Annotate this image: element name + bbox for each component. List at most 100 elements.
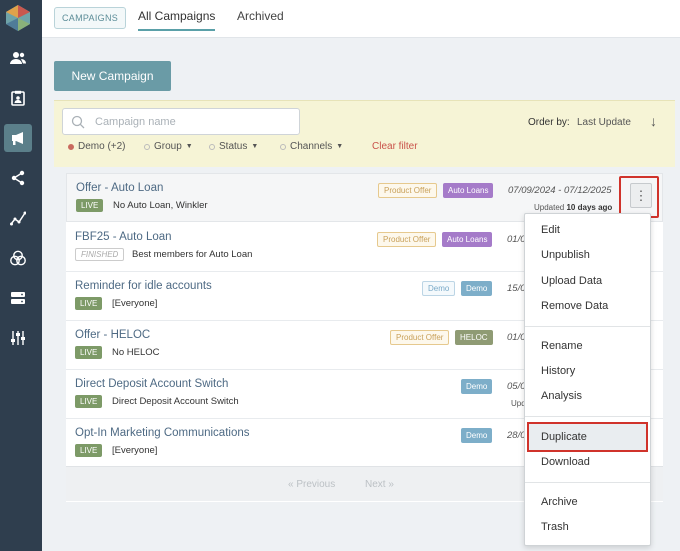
campaign-description: Direct Deposit Account Switch <box>112 396 239 407</box>
filter-chip-status[interactable]: Status ▼ <box>209 141 258 152</box>
megaphone-icon <box>12 132 23 145</box>
updated-prefix: Updated <box>534 203 565 212</box>
new-campaign-button[interactable]: New Campaign <box>54 61 171 91</box>
campaign-title[interactable]: Offer - Auto Loan <box>76 182 163 194</box>
search-input[interactable] <box>95 113 291 131</box>
campaign-description: [Everyone] <box>112 445 158 456</box>
clear-filter-link[interactable]: Clear filter <box>372 141 418 152</box>
status-badge: FINISHED <box>75 248 125 261</box>
campaign-title[interactable]: Reminder for idle accounts <box>75 280 212 292</box>
campaign-tag: Demo <box>461 281 493 296</box>
campaign-description: [Everyone] <box>112 298 158 309</box>
updated-text: Updated 10 days ago <box>534 203 612 212</box>
status-badge: LIVE <box>75 297 103 310</box>
menu-item-unpublish[interactable]: Unpublish <box>541 249 590 261</box>
top-bar: CAMPAIGNS All Campaigns Archived <box>42 0 680 38</box>
campaign-dates: 05/0 <box>507 381 526 392</box>
sliders-icon <box>11 331 25 345</box>
filter-chip-channels[interactable]: Channels ▼ <box>280 141 343 152</box>
kebab-highlight-box <box>619 176 659 218</box>
menu-item-archive[interactable]: Archive <box>541 496 578 508</box>
campaign-tag: Demo <box>461 428 493 443</box>
dot-icon <box>280 143 286 150</box>
menu-item-upload-data[interactable]: Upload Data <box>541 275 602 287</box>
logo-icon[interactable] <box>5 4 31 32</box>
nav-journeys[interactable] <box>4 164 32 192</box>
menu-item-remove-data[interactable]: Remove Data <box>541 300 608 312</box>
order-by-label: Order by: <box>528 117 570 128</box>
menu-divider <box>525 482 650 483</box>
dot-icon <box>209 143 215 150</box>
previous-page-button[interactable]: « Previous <box>288 479 335 490</box>
status-badge: LIVE <box>76 199 104 212</box>
campaign-tag: Auto Loans <box>442 232 493 247</box>
nav-settings[interactable] <box>4 324 32 352</box>
sidebar <box>0 0 42 551</box>
campaign-title[interactable]: Direct Deposit Account Switch <box>75 378 228 390</box>
campaign-description: Best members for Auto Loan <box>132 249 253 260</box>
nav-segments[interactable] <box>4 244 32 272</box>
filter-chip-label: Demo (+2) <box>78 141 126 152</box>
section-badge[interactable]: CAMPAIGNS <box>54 7 127 29</box>
campaign-title[interactable]: FBF25 - Auto Loan <box>75 231 172 243</box>
status-badge: LIVE <box>75 444 103 457</box>
filter-chip-group[interactable]: Group ▼ <box>144 141 193 152</box>
filter-chip-label: Channels <box>290 141 333 152</box>
campaign-title[interactable]: Opt-In Marketing Communications <box>75 427 249 439</box>
venn-icon <box>10 250 26 266</box>
caret-down-icon: ▼ <box>185 143 193 150</box>
campaign-dates: 01/0 <box>507 234 526 245</box>
menu-item-trash[interactable]: Trash <box>541 521 569 533</box>
arrow-down-icon[interactable]: ↓ <box>650 113 657 129</box>
nav-data[interactable] <box>4 284 32 312</box>
search-box[interactable] <box>62 108 300 135</box>
tab-archived[interactable]: Archived <box>237 9 284 29</box>
campaign-tag: Demo <box>461 379 493 394</box>
users-icon <box>10 52 26 64</box>
nav-audience[interactable] <box>4 44 32 72</box>
dot-icon <box>144 143 150 150</box>
campaign-tag: Product Offer <box>378 183 438 198</box>
filter-chip-label: Status <box>219 141 248 152</box>
menu-item-analysis[interactable]: Analysis <box>541 390 582 402</box>
campaign-tag: HELOC <box>455 330 493 345</box>
menu-item-duplicate[interactable]: Duplicate <box>541 431 587 443</box>
campaign-tag: Product Offer <box>390 330 450 345</box>
nav-reports[interactable] <box>4 84 32 112</box>
share-icon <box>11 170 25 186</box>
menu-item-rename[interactable]: Rename <box>541 340 583 352</box>
status-badge: LIVE <box>75 346 103 359</box>
campaign-tag: Auto Loans <box>443 183 494 198</box>
menu-divider <box>525 326 650 327</box>
menu-item-download[interactable]: Download <box>541 456 590 468</box>
dot-icon <box>68 143 74 150</box>
campaign-description: No HELOC <box>112 347 160 358</box>
order-by-select[interactable]: Last Update <box>577 117 631 128</box>
nav-analytics[interactable] <box>4 204 32 232</box>
campaign-tag: Product Offer <box>377 232 437 247</box>
nav-campaigns[interactable] <box>4 124 32 152</box>
updated-value: 10 days ago <box>566 203 613 212</box>
filter-chip-demo[interactable]: Demo (+2) <box>68 141 126 152</box>
filter-chip-label: Group <box>154 141 182 152</box>
campaign-dates: 28/0 <box>507 430 526 441</box>
menu-item-history[interactable]: History <box>541 365 575 377</box>
campaign-title[interactable]: Offer - HELOC <box>75 329 150 341</box>
campaign-dates: 15/0 <box>507 283 526 294</box>
server-icon <box>11 292 25 304</box>
search-icon <box>71 115 85 129</box>
clipboard-icon <box>11 90 25 106</box>
menu-divider <box>525 416 650 417</box>
caret-down-icon: ▼ <box>251 143 259 150</box>
campaign-description: No Auto Loan, Winkler <box>113 200 208 211</box>
context-menu: Edit Unpublish Upload Data Remove Data R… <box>524 213 651 546</box>
chart-line-icon <box>10 211 26 226</box>
menu-item-edit[interactable]: Edit <box>541 224 560 236</box>
next-page-button[interactable]: Next » <box>365 479 394 490</box>
status-badge: LIVE <box>75 395 103 408</box>
campaign-dates: 07/09/2024 - 07/12/2025 <box>508 185 612 196</box>
tab-all-campaigns[interactable]: All Campaigns <box>138 9 216 31</box>
campaign-dates: 01/0 <box>507 332 526 343</box>
campaign-tag: Demo <box>422 281 456 296</box>
caret-down-icon: ▼ <box>336 143 344 150</box>
